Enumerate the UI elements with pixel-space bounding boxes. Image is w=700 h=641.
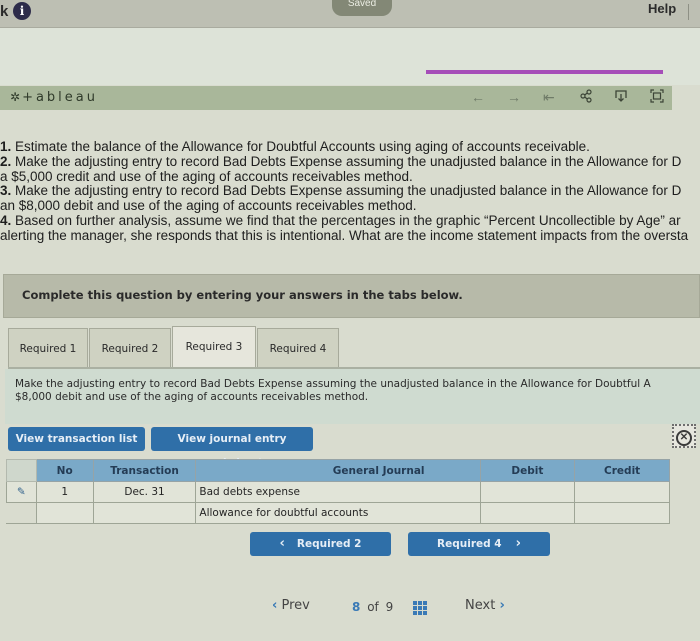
column-header-credit: Credit	[574, 459, 670, 482]
question-line: 2. Make the adjusting entry to record Ba…	[0, 153, 700, 170]
tableau-spark-icon: ✲	[10, 90, 21, 104]
progress-indicator	[426, 70, 663, 74]
grid-icon[interactable]	[413, 601, 427, 615]
edit-entry-button[interactable]: ✎	[6, 481, 37, 503]
reset-icon[interactable]: ⇤	[543, 89, 555, 106]
question-line: 1. Estimate the balance of the Allowance…	[0, 140, 700, 155]
table-row: Allowance for doubtful accounts	[6, 502, 670, 524]
column-header-transaction: Transaction	[92, 459, 197, 482]
prev-required-button[interactable]: ‹ Required 2	[250, 532, 391, 556]
forward-arrow-icon[interactable]: →	[507, 89, 521, 105]
row-account[interactable]: Allowance for doubtful accounts	[195, 502, 481, 524]
row-credit[interactable]	[574, 502, 670, 524]
row-no: 1	[35, 481, 94, 503]
chevron-right-icon: ›	[499, 598, 505, 613]
question-text-line: Estimate the balance of the Allowance fo…	[11, 140, 590, 154]
question-number: 1.	[0, 140, 12, 154]
tableau-logo-text: +ableau	[22, 90, 98, 105]
row-transaction: Dec. 31	[92, 481, 197, 503]
total-pages: 9	[385, 600, 394, 614]
fullscreen-icon[interactable]	[650, 89, 664, 106]
question-text-line: Make the adjusting entry to record Bad D…	[11, 153, 682, 169]
tab-required-3[interactable]: Required 3	[172, 326, 256, 369]
tab-required-2[interactable]: Required 2	[89, 328, 171, 368]
question-text-line: an $8,000 debit and use of the aging of …	[0, 198, 417, 214]
question-line: 4. Based on further analysis, assume we …	[0, 212, 700, 229]
tableau-logo: ✲ +ableau	[10, 90, 98, 105]
question-text-line: alerting the manager, she responds that …	[0, 227, 689, 243]
question-line: an $8,000 debit and use of the aging of …	[0, 198, 700, 214]
instruction-text: Complete this question by entering your …	[22, 288, 463, 302]
question-number: 2.	[0, 153, 12, 169]
chevron-left-icon: ‹	[272, 598, 278, 613]
panel-line-1: Make the adjusting entry to record Bad D…	[15, 378, 651, 390]
edit-cell-empty	[6, 502, 37, 524]
question-text-line: a $5,000 credit and use of the aging of …	[0, 168, 413, 184]
tab-panel: Make the adjusting entry to record Bad D…	[5, 369, 700, 424]
question-text: 1. Estimate the balance of the Allowance…	[0, 140, 700, 244]
chevron-right-icon: ›	[515, 536, 521, 551]
back-arrow-icon[interactable]: ←	[471, 89, 485, 105]
next-page-button[interactable]: Next ›	[465, 598, 505, 613]
page-indicator: 8 of 9	[352, 600, 393, 614]
prev-label: Prev	[281, 598, 310, 613]
partial-title: k	[0, 3, 9, 20]
chevron-left-icon: ‹	[279, 536, 285, 551]
next-label: Next	[465, 598, 496, 613]
of-label: of	[367, 600, 379, 614]
row-credit[interactable]	[574, 481, 670, 503]
saved-status: Saved	[332, 0, 392, 16]
tab-required-4[interactable]: Required 4	[257, 328, 339, 368]
row-no	[35, 502, 94, 524]
help-link[interactable]: Help	[648, 1, 676, 16]
row-account[interactable]: Bad debts expense	[195, 481, 481, 503]
next-required-button[interactable]: Required 4 ›	[408, 532, 550, 556]
divider	[688, 4, 689, 20]
prev-required-label: Required 2	[296, 538, 362, 550]
download-icon[interactable]	[614, 89, 628, 106]
view-transaction-list-button[interactable]: View transaction list	[8, 427, 145, 451]
edit-column-header	[6, 459, 37, 482]
prev-page-button[interactable]: ‹ Prev	[272, 598, 310, 613]
column-header-debit: Debit	[479, 459, 576, 482]
share-icon[interactable]	[579, 89, 593, 106]
question-number: 4.	[0, 212, 12, 228]
next-required-label: Required 4	[437, 538, 502, 550]
row-debit[interactable]	[479, 481, 576, 503]
question-number: 3.	[0, 183, 12, 199]
top-bar: k i Saved Help	[0, 0, 700, 28]
table-row: ✎ 1 Dec. 31 Bad debts expense	[6, 481, 670, 503]
row-debit[interactable]	[479, 502, 576, 524]
close-button[interactable]: ✕	[672, 424, 696, 448]
row-transaction	[92, 502, 197, 524]
question-text-line: Based on further analysis, assume we fin…	[11, 212, 681, 228]
panel-line-2: $8,000 debit and use of the aging of acc…	[15, 391, 369, 403]
instruction-box: Complete this question by entering your …	[3, 274, 700, 318]
column-header-general-journal: General Journal	[195, 459, 481, 482]
question-line: alerting the manager, she responds that …	[0, 227, 700, 244]
close-circle-icon: ✕	[676, 430, 692, 446]
tableau-toolbar: ✲ +ableau ← → ⇤	[0, 86, 672, 110]
upper-area	[0, 28, 700, 85]
panel-instructions: Make the adjusting entry to record Bad D…	[15, 378, 651, 404]
question-line: 3. Make the adjusting entry to record Ba…	[0, 183, 700, 199]
column-header-no: No	[35, 459, 94, 482]
view-journal-entry-worksheet-button[interactable]: View journal entry worksheet	[151, 427, 313, 469]
journal-table: No Transaction General Journal Debit Cre…	[6, 459, 670, 524]
info-icon[interactable]: i	[13, 2, 31, 20]
current-page: 8	[352, 600, 361, 614]
tab-required-1[interactable]: Required 1	[8, 328, 88, 368]
question-line: a $5,000 credit and use of the aging of …	[0, 168, 700, 185]
table-header-row: No Transaction General Journal Debit Cre…	[6, 459, 670, 482]
pencil-icon: ✎	[16, 486, 26, 498]
question-text-line: Make the adjusting entry to record Bad D…	[11, 183, 682, 199]
